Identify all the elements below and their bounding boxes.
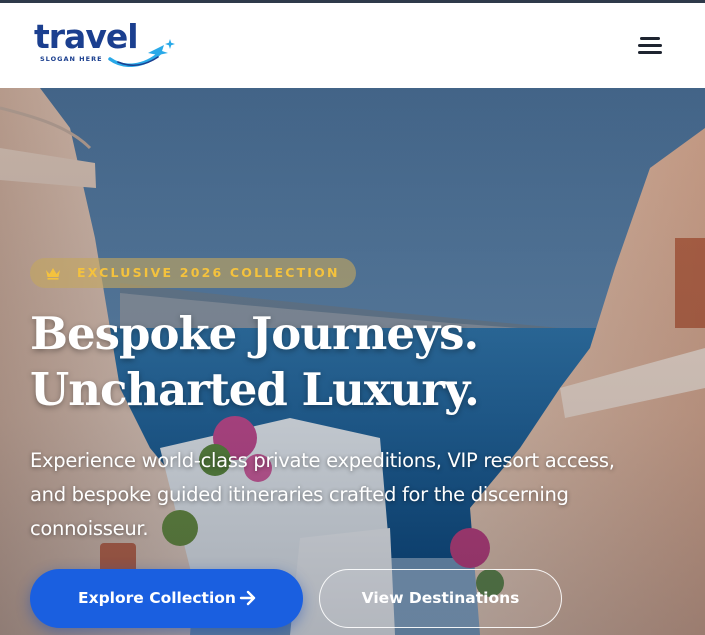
- crown-icon: [46, 268, 60, 280]
- brand-logo[interactable]: travel SLOGAN HERE: [34, 17, 179, 75]
- headline-line-2: Uncharted Luxury.: [30, 363, 480, 416]
- view-destinations-label: View Destinations: [361, 589, 520, 607]
- badge-label: EXCLUSIVE 2026 COLLECTION: [77, 265, 340, 280]
- headline-line-1: Bespoke Journeys.: [30, 307, 479, 360]
- explore-collection-button[interactable]: Explore Collection: [30, 569, 303, 628]
- view-destinations-button[interactable]: View Destinations: [319, 569, 562, 628]
- hero-description: Experience world-class private expeditio…: [30, 449, 615, 540]
- logo-slogan: SLOGAN HERE: [40, 55, 103, 63]
- hero-section: EXCLUSIVE 2026 COLLECTION Bespoke Journe…: [0, 88, 705, 635]
- arrow-right-icon: [239, 590, 256, 606]
- hero-headline: Bespoke Journeys. Uncharted Luxury.: [30, 306, 590, 418]
- collection-badge: EXCLUSIVE 2026 COLLECTION: [30, 258, 356, 288]
- hamburger-menu-icon[interactable]: [632, 30, 668, 60]
- site-header: travel SLOGAN HERE: [0, 3, 705, 88]
- explore-collection-label: Explore Collection: [78, 589, 236, 607]
- plane-swoosh-icon: [108, 39, 175, 67]
